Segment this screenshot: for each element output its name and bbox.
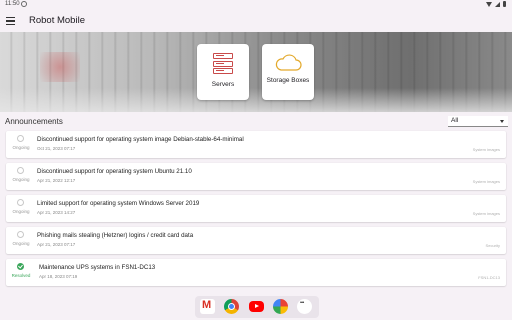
announcement-category: Security — [485, 243, 500, 248]
servers-label: Servers — [211, 81, 235, 88]
announcement-category: System images — [472, 179, 500, 184]
app-drawer-icon[interactable] — [297, 299, 312, 314]
ongoing-status-icon — [17, 135, 24, 142]
resolved-check-icon — [17, 263, 24, 270]
announcement-title: Discontinued support for operating syste… — [37, 168, 192, 175]
announcement-card[interactable]: Ongoing Phishing mails stealing (Hetzner… — [6, 227, 506, 254]
ongoing-status-icon — [17, 199, 24, 206]
signal-icon — [495, 1, 500, 7]
announcement-date: Oct 21, 2023 07:17 — [37, 146, 76, 151]
hamburger-menu-icon[interactable] — [6, 17, 15, 25]
storage-boxes-label: Storage Boxes — [266, 77, 310, 84]
storage-boxes-tile[interactable]: Storage Boxes — [262, 44, 314, 100]
wifi-icon — [486, 1, 492, 7]
app-title: Robot Mobile — [29, 15, 85, 26]
announcement-date: Apr 21, 2023 07:17 — [37, 242, 76, 247]
status-bar: 11:50 — [0, 0, 512, 10]
chrome-icon[interactable] — [224, 299, 239, 314]
hero-banner — [0, 32, 512, 112]
status-label: Resolved — [11, 273, 31, 278]
filter-value: All — [451, 117, 459, 124]
cloud-storage-icon — [275, 54, 302, 71]
announcement-category: System images — [472, 211, 500, 216]
announcement-title: Limited support for operating system Win… — [37, 200, 200, 207]
servers-tile[interactable]: Servers — [197, 44, 249, 100]
announcement-card[interactable]: Ongoing Limited support for operating sy… — [6, 195, 506, 222]
announcement-title: Discontinued support for operating syste… — [37, 136, 244, 143]
announcement-card[interactable]: Ongoing Discontinued support for operati… — [6, 131, 506, 158]
chevron-down-icon — [500, 120, 504, 123]
youtube-icon[interactable] — [249, 301, 264, 312]
app-bar: Robot Mobile — [0, 10, 512, 32]
dropdown-underline — [448, 126, 508, 127]
clock: 11:50 — [5, 1, 20, 7]
announcement-date: Apr 21, 2023 14:27 — [37, 210, 76, 215]
status-label: Ongoing — [12, 177, 30, 182]
announcements-filter-dropdown[interactable]: All — [448, 116, 508, 127]
status-label: Ongoing — [12, 145, 30, 150]
announcement-card[interactable]: Resolved Maintenance UPS systems in FSN1… — [6, 259, 506, 286]
announcement-category: FSN1-DC13 — [478, 275, 500, 280]
ongoing-status-icon — [17, 231, 24, 238]
announcements-heading: Announcements — [5, 117, 63, 126]
status-label: Ongoing — [12, 241, 30, 246]
announcement-title: Maintenance UPS systems in FSN1-DC13 — [39, 264, 156, 271]
battery-icon — [503, 1, 506, 7]
announcement-card[interactable]: Ongoing Discontinued support for operati… — [6, 163, 506, 190]
settings-notification-icon — [21, 1, 27, 7]
photos-icon[interactable] — [273, 299, 288, 314]
announcement-date: Apr 21, 2022 12:17 — [37, 178, 76, 183]
light-glow — [40, 52, 80, 82]
server-icon — [213, 53, 233, 76]
gmail-icon[interactable] — [200, 299, 215, 314]
announcement-date: Apr 18, 2023 07:19 — [39, 274, 78, 279]
announcement-category: System images — [472, 147, 500, 152]
taskbar — [0, 294, 512, 320]
announcement-title: Phishing mails stealing (Hetzner) logins… — [37, 232, 194, 239]
status-label: Ongoing — [12, 209, 30, 214]
status-icons — [486, 1, 506, 7]
floor-reflection — [0, 88, 512, 112]
ongoing-status-icon — [17, 167, 24, 174]
